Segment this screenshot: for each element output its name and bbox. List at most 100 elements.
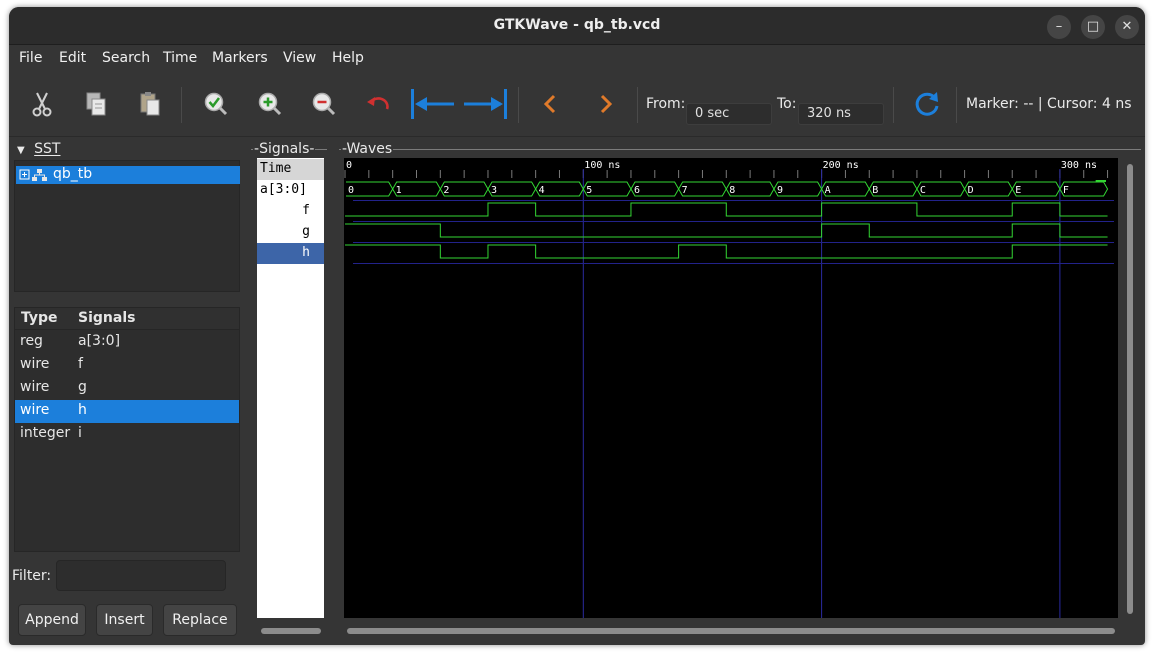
column-header-signals[interactable]: Signals (78, 310, 135, 326)
bus-value-label: 2 (443, 185, 449, 196)
signal-row-h[interactable]: h (257, 243, 324, 264)
bus-value-label: C (920, 185, 926, 196)
ruler-label: 0 (346, 160, 352, 171)
signal-row-time[interactable]: Time (257, 159, 324, 180)
toolbar-separator (956, 87, 957, 123)
wave-viewer[interactable]: 0 100 ns 200 ns 300 ns 0 1 2 3 4 5 6 7 8 9 A B C D E F (344, 158, 1118, 618)
next-icon[interactable] (591, 89, 621, 119)
gtkwave-window: GTKWave - qb_tb.vcd – □ ✕ File Edit Sear… (9, 7, 1145, 645)
bus-value-label: 7 (682, 185, 688, 196)
row-type: reg (20, 333, 43, 349)
row-signal: f (78, 356, 83, 372)
zoom-out-icon[interactable] (309, 89, 339, 119)
table-row-selected[interactable]: wire h (15, 400, 239, 423)
table-header: Type Signals (15, 308, 239, 330)
bus-value-label: E (1015, 185, 1021, 196)
row-signal: h (78, 402, 87, 418)
waves-frame-line (339, 149, 1141, 150)
reload-icon[interactable] (912, 89, 942, 119)
bus-value-label: A (825, 185, 831, 196)
marker-cursor-readout: Marker: -- | Cursor: 4 ns (966, 96, 1132, 112)
maximize-button[interactable]: □ (1081, 15, 1105, 39)
toolbar-separator (893, 87, 894, 123)
row-type: integer (20, 425, 71, 441)
to-label: To: (777, 96, 797, 112)
window-title: GTKWave - qb_tb.vcd (493, 17, 661, 33)
bus-value-label: 6 (634, 185, 640, 196)
filter-label: Filter: (12, 568, 52, 584)
wave-f (345, 202, 1108, 217)
toolbar-separator (518, 87, 519, 123)
from-field[interactable]: 0 sec (686, 103, 772, 125)
sst-title: SST (34, 141, 61, 157)
row-signal: i (78, 425, 82, 441)
waves-horizontal-scrollbar[interactable] (347, 628, 1115, 634)
bus-value-label: 1 (396, 185, 402, 196)
time-ruler (344, 158, 1118, 179)
waves-panel-title: -Waves (341, 141, 394, 157)
signal-row-g[interactable]: g (257, 222, 324, 243)
minimize-button[interactable]: – (1047, 15, 1071, 39)
bus-value-label: 3 (491, 185, 497, 196)
prev-icon[interactable] (535, 89, 565, 119)
ruler-label: 100 ns (584, 160, 620, 171)
menu-markers[interactable]: Markers (212, 50, 268, 66)
close-button[interactable]: ✕ (1115, 15, 1139, 39)
toolbar-separator (637, 87, 638, 123)
menu-help[interactable]: Help (332, 50, 364, 66)
table-row[interactable]: wire f (15, 354, 239, 377)
sst-header[interactable]: ▼ SST (17, 141, 60, 157)
table-row[interactable]: reg a[3:0] (15, 331, 239, 354)
row-type: wire (20, 356, 50, 372)
column-header-type[interactable]: Type (21, 310, 58, 326)
insert-button[interactable]: Insert (96, 604, 153, 636)
copy-icon[interactable] (81, 89, 111, 119)
signal-row-f[interactable]: f (257, 201, 324, 222)
bus-value-label: 4 (539, 185, 545, 196)
tree-item-qb-tb[interactable]: qb_tb (16, 166, 240, 184)
cut-icon[interactable] (27, 89, 57, 119)
table-row[interactable]: integer i (15, 423, 239, 446)
minimize-icon: – (1055, 19, 1063, 34)
bus-value-label: 9 (777, 185, 783, 196)
replace-button[interactable]: Replace (163, 604, 237, 636)
to-end-icon[interactable] (461, 89, 509, 119)
row-signal: g (78, 379, 87, 395)
zoom-in-icon[interactable] (255, 89, 285, 119)
menu-bar: File Edit Search Time Markers View Help (9, 46, 1145, 72)
waveform-canvas[interactable]: 0 100 ns 200 ns 300 ns 0 1 2 3 4 5 6 7 8 9 A B C D E F (344, 158, 1118, 618)
signal-type-table: Type Signals reg a[3:0] wire f wire g wi… (14, 307, 240, 552)
expander-down-icon: ▼ (17, 145, 25, 156)
row-signal: a[3:0] (78, 333, 121, 349)
menu-edit[interactable]: Edit (59, 50, 86, 66)
to-field[interactable]: 320 ns (798, 103, 884, 125)
signals-scrollbar[interactable] (261, 628, 321, 634)
wave-g (345, 223, 1108, 238)
bus-value-label: D (968, 185, 974, 196)
maximize-icon: □ (1086, 19, 1100, 34)
ruler-label: 300 ns (1061, 160, 1097, 171)
sst-tree: qb_tb (14, 160, 240, 292)
bus-value-label: F (1063, 185, 1069, 196)
menu-file[interactable]: File (19, 50, 42, 66)
close-icon: ✕ (1121, 19, 1133, 34)
signals-list: Time a[3:0] f g h (257, 158, 324, 618)
menu-view[interactable]: View (283, 50, 316, 66)
from-label: From: (646, 96, 686, 112)
paste-icon[interactable] (135, 89, 165, 119)
filter-input[interactable] (56, 560, 226, 591)
append-button[interactable]: Append (18, 604, 86, 636)
waves-title-text: Waves (346, 141, 393, 157)
bus-value-label: 5 (586, 185, 592, 196)
zoom-fit-icon[interactable] (201, 89, 231, 119)
to-start-icon[interactable] (409, 89, 457, 119)
table-row[interactable]: wire g (15, 377, 239, 400)
undo-icon[interactable] (363, 89, 393, 119)
menu-time[interactable]: Time (163, 50, 197, 66)
wave-h (345, 244, 1108, 259)
menu-search[interactable]: Search (102, 50, 150, 66)
signal-row-a[interactable]: a[3:0] (257, 180, 324, 201)
bus-value-label: 8 (729, 185, 735, 196)
waves-vertical-scrollbar[interactable] (1127, 164, 1133, 614)
bus-value-label: 0 (348, 185, 354, 196)
